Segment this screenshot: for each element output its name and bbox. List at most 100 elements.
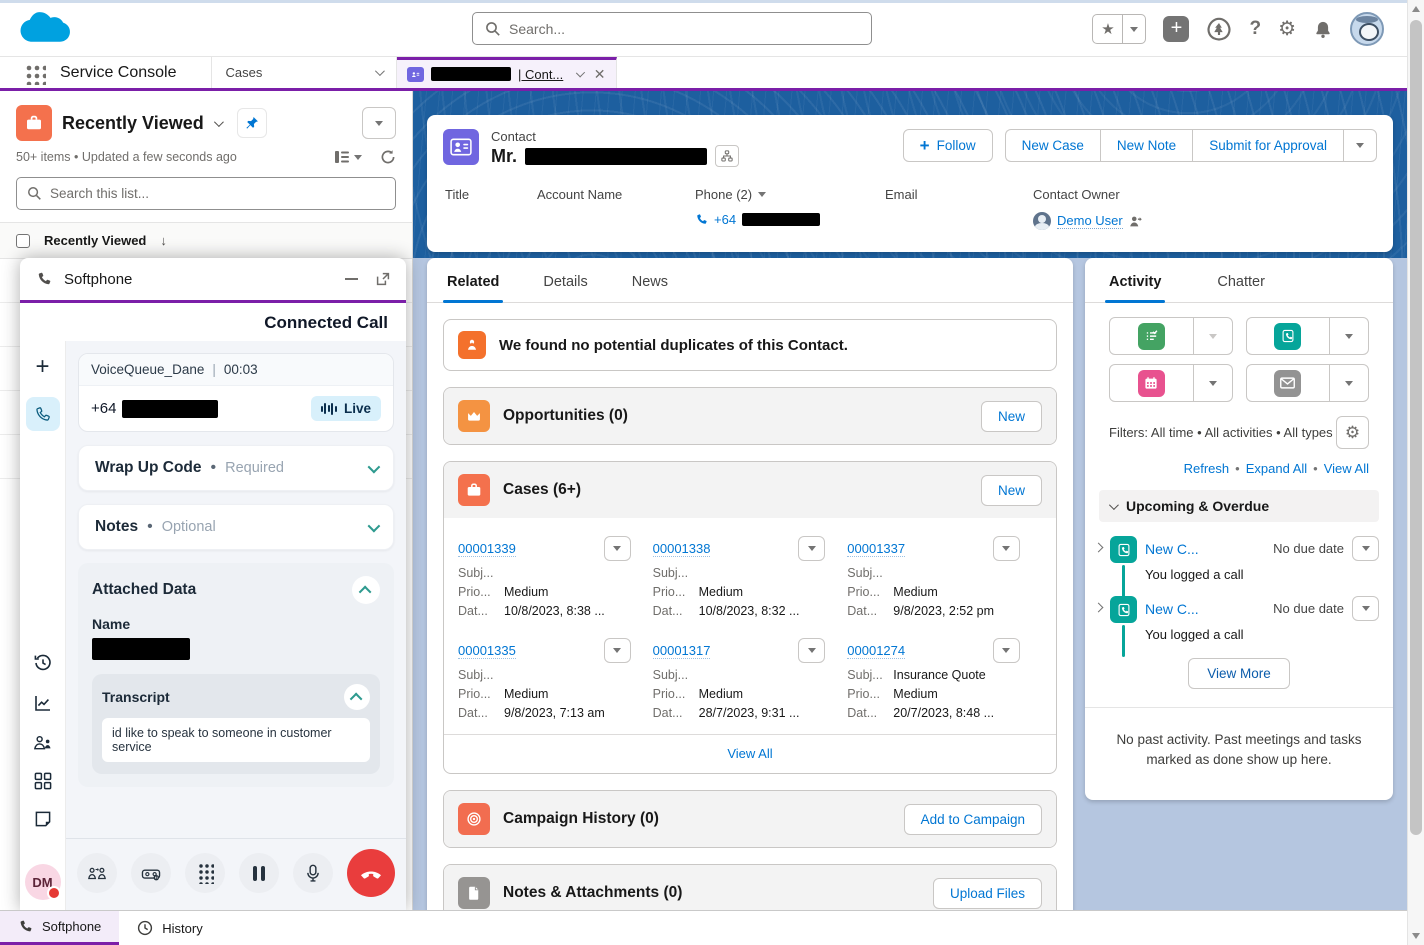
list-search[interactable]: [16, 177, 396, 210]
new-case-button[interactable]: New Case: [1005, 129, 1100, 162]
analytics-icon[interactable]: [33, 693, 53, 713]
owner-link[interactable]: Demo User: [1057, 213, 1123, 229]
submit-for-approval-button[interactable]: Submit for Approval: [1192, 129, 1343, 162]
popout-icon[interactable]: [376, 272, 390, 286]
utility-softphone[interactable]: Softphone: [0, 911, 119, 945]
hold-call-icon[interactable]: [239, 853, 279, 893]
list-view-selector-icon[interactable]: [214, 117, 224, 127]
expand-item-icon[interactable]: [1094, 543, 1104, 553]
activity-actions-icon[interactable]: [1352, 596, 1379, 621]
upload-files-button[interactable]: Upload Files: [933, 878, 1042, 909]
app-name[interactable]: Service Console: [60, 57, 177, 88]
tab-news[interactable]: News: [632, 274, 668, 302]
active-call-tab-icon[interactable]: [26, 397, 60, 431]
guidance-center-icon[interactable]: [1206, 16, 1232, 42]
cases-view-all-link[interactable]: View All: [727, 746, 772, 761]
activity-actions-icon[interactable]: [1352, 536, 1379, 561]
add-to-campaign-button[interactable]: Add to Campaign: [904, 804, 1042, 835]
sort-descending-icon[interactable]: ↓: [160, 233, 167, 248]
tab-chatter[interactable]: Chatter: [1217, 274, 1265, 302]
help-icon[interactable]: ?: [1249, 18, 1261, 40]
scrollbar-thumb[interactable]: [1410, 20, 1422, 835]
list-view-controls-icon[interactable]: [362, 107, 396, 139]
activity-settings-gear-icon[interactable]: ⚙: [1336, 416, 1369, 449]
email-button[interactable]: [1246, 364, 1370, 402]
favorites-dropdown-icon[interactable]: [1123, 15, 1145, 43]
view-all-link[interactable]: View All: [1324, 461, 1369, 476]
phone-value[interactable]: +64: [714, 212, 736, 227]
softphone-header[interactable]: Softphone: [20, 258, 406, 300]
wrap-up-code-section[interactable]: Wrap Up Code • Required: [78, 445, 394, 491]
opportunities-title[interactable]: Opportunities (0): [503, 407, 628, 425]
case-row-actions-icon[interactable]: [798, 638, 825, 663]
column-header[interactable]: Recently Viewed: [44, 233, 146, 248]
list-view-title[interactable]: Recently Viewed: [62, 113, 204, 134]
task-dropdown-icon[interactable]: [1194, 318, 1232, 354]
page-scrollbar[interactable]: [1407, 0, 1424, 945]
cases-title[interactable]: Cases (6+): [503, 481, 581, 499]
favorites-control[interactable]: ★: [1092, 14, 1146, 44]
search-input[interactable]: [509, 21, 859, 37]
mute-mic-icon[interactable]: [293, 853, 333, 893]
notes-section[interactable]: Notes • Optional: [78, 504, 394, 550]
new-task-button[interactable]: [1109, 317, 1233, 355]
contact-tab-close-icon[interactable]: [594, 66, 606, 83]
phone-dropdown-icon[interactable]: [758, 192, 766, 197]
notes-pad-icon[interactable]: [34, 810, 52, 828]
more-actions-dropdown[interactable]: [1343, 129, 1377, 162]
new-call-plus-icon[interactable]: [35, 355, 49, 379]
utility-history[interactable]: History: [119, 911, 220, 945]
end-call-button[interactable]: [347, 849, 395, 897]
app-launcher-icon[interactable]: [24, 63, 46, 85]
display-as-icon[interactable]: [334, 150, 362, 164]
list-search-input[interactable]: [50, 186, 385, 201]
event-dropdown-icon[interactable]: [1194, 365, 1232, 401]
favorites-star-icon[interactable]: ★: [1093, 15, 1123, 43]
contact-tab-dropdown-icon[interactable]: [576, 68, 586, 78]
dialpad-icon[interactable]: [185, 853, 225, 893]
expand-all-link[interactable]: Expand All: [1246, 461, 1307, 476]
nav-tab-cases-dropdown[interactable]: [361, 57, 396, 88]
campaign-history-title[interactable]: Campaign History (0): [503, 810, 659, 828]
view-more-button[interactable]: View More: [1188, 658, 1290, 689]
record-call-icon[interactable]: [131, 853, 171, 893]
case-number-link[interactable]: 00001317: [653, 643, 711, 659]
activity-title-link[interactable]: New C...: [1145, 541, 1273, 557]
case-row-actions-icon[interactable]: [798, 536, 825, 561]
salesforce-logo[interactable]: [16, 7, 74, 48]
tab-related[interactable]: Related: [447, 274, 499, 302]
case-row-actions-icon[interactable]: [604, 638, 631, 663]
new-note-button[interactable]: New Note: [1100, 129, 1192, 162]
hierarchy-icon[interactable]: [715, 145, 739, 167]
setup-gear-icon[interactable]: ⚙: [1278, 19, 1296, 39]
activity-filters-text[interactable]: Filters: All time • All activities • All…: [1109, 425, 1333, 440]
email-dropdown-icon[interactable]: [1330, 365, 1368, 401]
follow-button[interactable]: Follow: [903, 129, 993, 162]
case-number-link[interactable]: 00001274: [847, 643, 905, 659]
notes-attachments-title[interactable]: Notes & Attachments (0): [503, 884, 682, 902]
agents-icon[interactable]: [32, 733, 53, 752]
log-a-call-button[interactable]: [1246, 317, 1370, 355]
new-event-button[interactable]: [1109, 364, 1233, 402]
collapse-transcript-icon[interactable]: [344, 684, 370, 710]
apps-grid-icon[interactable]: [34, 772, 52, 790]
new-case-related-button[interactable]: New: [981, 475, 1042, 506]
scroll-up-icon[interactable]: [1412, 6, 1420, 12]
tab-activity[interactable]: Activity: [1109, 274, 1161, 302]
case-row-actions-icon[interactable]: [604, 536, 631, 561]
scroll-down-icon[interactable]: [1412, 933, 1420, 939]
log-call-dropdown-icon[interactable]: [1330, 318, 1368, 354]
case-number-link[interactable]: 00001338: [653, 541, 711, 557]
quick-create-icon[interactable]: [1163, 16, 1189, 42]
minimize-icon[interactable]: [345, 278, 358, 280]
select-all-checkbox[interactable]: [16, 234, 30, 248]
new-opportunity-button[interactable]: New: [981, 401, 1042, 432]
upcoming-overdue-section[interactable]: Upcoming & Overdue: [1099, 490, 1379, 522]
case-subject-link[interactable]: Insurance Quote: [893, 668, 985, 682]
notifications-bell-icon[interactable]: [1313, 19, 1333, 40]
nav-tab-cases[interactable]: Cases: [211, 57, 361, 88]
global-search[interactable]: [472, 12, 872, 45]
case-number-link[interactable]: 00001339: [458, 541, 516, 557]
case-row-actions-icon[interactable]: [993, 638, 1020, 663]
call-history-icon[interactable]: [33, 653, 53, 673]
